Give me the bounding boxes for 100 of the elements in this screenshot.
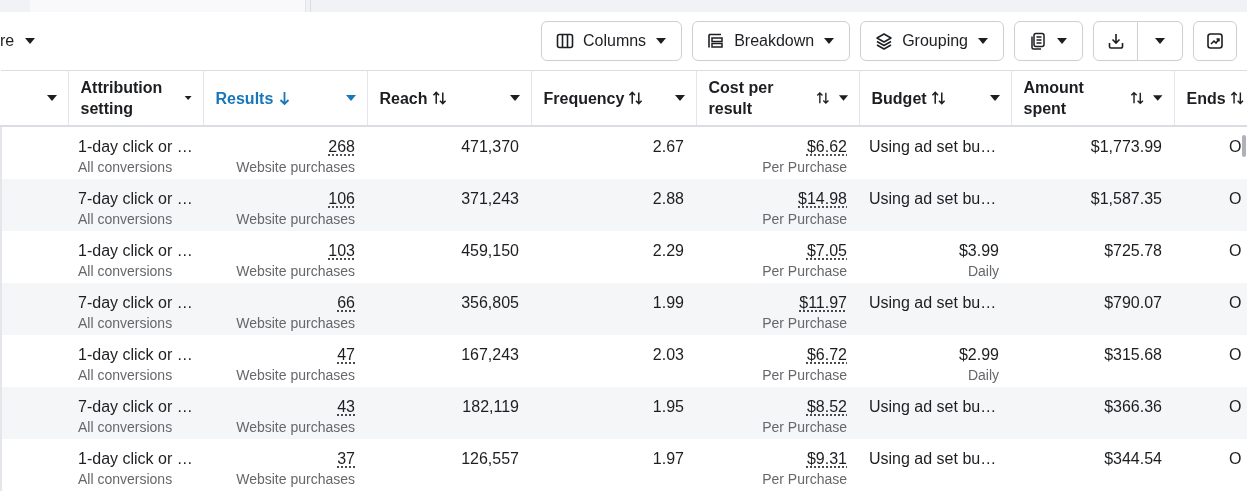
table-cell[interactable]: 66 [337,294,355,311]
table-cell[interactable]: $9.31 [806,450,847,467]
table-cell-text: $315.68 [1103,345,1162,365]
table-cell: O [1229,449,1241,469]
table-cell[interactable]: 103 [328,242,355,259]
table-cell-text: 2.88 [651,189,684,209]
caret-icon [655,37,668,45]
column-header[interactable]: Reach [367,70,531,126]
table-cell: O [1229,345,1241,365]
table-cell-text: Per Purchase [761,470,847,489]
table-cell-text: 1.97 [651,449,684,469]
table-cell[interactable]: $8.52 [806,398,847,415]
table-cell-text: All conversions [78,314,174,333]
table-cell-text: 167,243 [460,345,519,365]
table-cell-text: All conversions [78,470,174,489]
table-cell-text: Website purchases [235,314,355,333]
table-cell-text: 2.29 [651,241,684,261]
table-cell-text: $1,587.35 [1089,189,1162,209]
table-cell: 7-day click or … [78,189,191,209]
table-cell[interactable]: $14.98 [798,190,847,207]
layers-icon [875,32,894,50]
toolbar-button[interactable]: Columns [541,21,683,61]
columns-icon [556,32,574,50]
table-cell: 1-day click or … [78,449,191,469]
table-cell-text: Per Purchase [761,366,847,385]
table-cell-text: 2.67 [651,137,684,157]
caret-icon [1056,37,1068,45]
caret-icon [24,37,37,45]
table-cell[interactable]: 47 [337,346,355,363]
caret-icon [988,94,1001,102]
table-cell[interactable]: 43 [337,398,355,415]
toolbar-button[interactable] [1014,21,1083,61]
caret-icon [837,94,849,102]
table-cell-text: $3.99 [957,241,999,261]
column-header[interactable]: Results [203,70,367,126]
table-cell: O [1229,137,1241,157]
table-cell: O [1229,189,1241,209]
table-cell-text: All conversions [78,262,174,281]
toolbar-button[interactable]: Grouping [860,21,1004,61]
caret-icon [1154,37,1166,45]
table-cell-text: Website purchases [235,418,355,437]
table-cell-text: 471,370 [460,137,519,157]
table-cell-text: Using ad set bu… [869,189,998,209]
caret-icon [823,37,836,45]
column-header[interactable]: Budget [859,70,1011,126]
table-cell-text: $725.78 [1103,241,1162,261]
table-cell: O [1229,293,1241,313]
table-cell-text: Website purchases [235,470,355,489]
download-button[interactable] [1093,21,1138,61]
report-icon [1029,32,1047,50]
table-cell[interactable]: $6.62 [806,138,847,155]
column-header[interactable]: Frequency [531,70,696,126]
table-cell-text: Using ad set bu… [869,293,998,313]
column-header[interactable]: Cost per result [696,70,859,126]
column-header[interactable]: Attribution setting [68,70,203,126]
table-cell-text: Per Purchase [761,314,847,333]
column-header[interactable]: Ends [1174,70,1247,126]
table-cell: 1-day click or … [78,241,191,261]
table-cell-text: 356,805 [460,293,519,313]
table-cell-text: 126,557 [460,449,519,469]
chart-button[interactable] [1193,21,1237,61]
table-cell-text: Using ad set bu… [869,137,998,157]
table-cell[interactable]: $11.97 [799,294,847,311]
table-cell-text: Per Purchase [761,158,847,177]
table-cell-text: 459,150 [460,241,519,261]
table-cell-text: All conversions [78,366,174,385]
trend-chart-icon [1206,32,1224,50]
caret-icon [673,94,686,102]
download-icon [1106,32,1125,50]
table-cell-text: $790.07 [1103,293,1162,313]
table-cell-text: All conversions [78,418,174,437]
table-cell[interactable]: 106 [328,190,355,207]
caret-icon [1152,94,1164,102]
toolbar-button[interactable]: Breakdown [692,21,851,61]
table-cell-text: Per Purchase [761,262,847,281]
table-cell[interactable]: 268 [328,138,355,155]
table-cell-text: Daily [966,262,999,281]
table-cell-text: $344.54 [1103,449,1162,469]
breakdown-icon [707,32,726,50]
table-cell: O [1229,241,1241,261]
table-cell[interactable]: 37 [337,450,355,467]
table-cell-text: 1.95 [651,397,684,417]
table-cell: 1-day click or … [78,137,191,157]
table-cell[interactable]: $7.05 [806,242,847,259]
table-cell: 1-day click or … [78,345,191,365]
scrollbar-thumb[interactable] [1242,135,1246,157]
table-cell-text: $366.36 [1103,397,1162,417]
menu-button[interactable]: re [0,32,37,50]
table-cell-text: $1,773.99 [1089,137,1162,157]
table-cell: O [1229,397,1241,417]
table-cell-text: 182,119 [461,397,519,417]
caret-icon [184,94,193,102]
table-cell-text: Website purchases [235,366,355,385]
table-cell[interactable]: $6.72 [806,346,847,363]
table-cell-text: Per Purchase [761,418,847,437]
table-cell-text: Daily [966,366,999,385]
table-cell-text: Website purchases [235,210,355,229]
table-cell-text: Using ad set bu… [869,397,998,417]
table-cell: 7-day click or … [78,293,191,313]
column-header[interactable]: Amount spent [1011,70,1174,126]
